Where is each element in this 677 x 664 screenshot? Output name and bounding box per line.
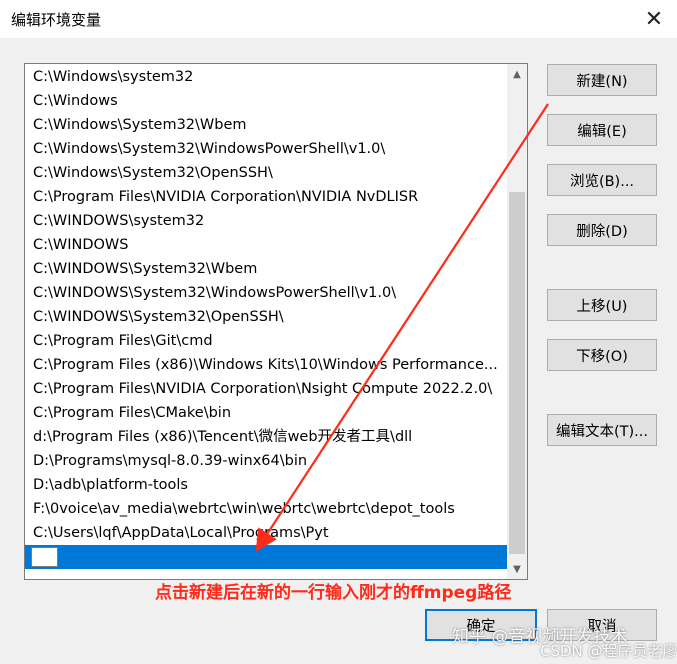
close-icon[interactable]: ✕: [637, 3, 671, 35]
path-list-item[interactable]: D:\adb\platform-tools: [25, 473, 507, 497]
path-list-item[interactable]: C:\Users\lqf\AppData\Local\Programs\Pyt: [25, 521, 507, 545]
path-list-item[interactable]: C:\Windows\System32\WindowsPowerShell\v1…: [25, 137, 507, 161]
path-list-item[interactable]: C:\WINDOWS: [25, 233, 507, 257]
path-list-item[interactable]: C:\WINDOWS\system32: [25, 209, 507, 233]
title-bar: 编辑环境变量 ✕: [0, 0, 677, 38]
edit-button[interactable]: 编辑(E): [547, 114, 657, 146]
watermark-csdn: CSDN @程序员老廖: [540, 642, 677, 660]
annotation-text: 点击新建后在新的一行输入刚才的ffmpeg路径: [155, 583, 512, 603]
path-list-item[interactable]: C:\Program Files (x86)\Windows Kits\10\W…: [25, 353, 507, 377]
path-list-item[interactable]: C:\WINDOWS\System32\WindowsPowerShell\v1…: [25, 281, 507, 305]
move-up-button[interactable]: 上移(U): [547, 289, 657, 321]
path-list-item[interactable]: C:\WINDOWS\System32\Wbem: [25, 257, 507, 281]
new-entry-input[interactable]: [31, 547, 58, 567]
path-list-item[interactable]: C:\Windows\System32\OpenSSH\: [25, 161, 507, 185]
path-list-item[interactable]: d:\Program Files (x86)\Tencent\微信web开发者工…: [25, 425, 507, 449]
path-list-item[interactable]: C:\Program Files\Git\cmd: [25, 329, 507, 353]
path-list-item[interactable]: C:\Program Files\NVIDIA Corporation\NVID…: [25, 185, 507, 209]
path-list-item[interactable]: C:\Program Files\NVIDIA Corporation\Nsig…: [25, 377, 507, 401]
path-list[interactable]: C:\Windows\system32 C:\Windows C:\Windows\…: [24, 63, 528, 580]
path-list-item[interactable]: F:\0voice\av_media\webrtc\win\webrtc\web…: [25, 497, 507, 521]
delete-button[interactable]: 删除(D): [547, 214, 657, 246]
path-list-item[interactable]: C:\WINDOWS\System32\OpenSSH\: [25, 305, 507, 329]
edit-text-button[interactable]: 编辑文本(T)...: [547, 414, 657, 446]
path-list-item[interactable]: C:\Windows\system32: [25, 65, 507, 89]
new-button[interactable]: 新建(N): [547, 64, 657, 96]
path-list-item[interactable]: C:\Windows: [25, 89, 507, 113]
scroll-down-icon[interactable]: ▼: [507, 559, 527, 579]
path-list-item[interactable]: D:\Programs\mysql-8.0.39-winx64\bin: [25, 449, 507, 473]
window-title: 编辑环境变量: [11, 11, 102, 29]
new-entry-row[interactable]: [25, 545, 507, 569]
path-list-item[interactable]: C:\Program Files\CMake\bin: [25, 401, 507, 425]
browse-button[interactable]: 浏览(B)...: [547, 164, 657, 196]
path-list-item[interactable]: C:\Windows\System32\Wbem: [25, 113, 507, 137]
vertical-scrollbar[interactable]: ▲ ▼: [507, 64, 527, 579]
scroll-thumb[interactable]: [509, 192, 525, 554]
scroll-up-icon[interactable]: ▲: [507, 64, 527, 84]
move-down-button[interactable]: 下移(O): [547, 339, 657, 371]
